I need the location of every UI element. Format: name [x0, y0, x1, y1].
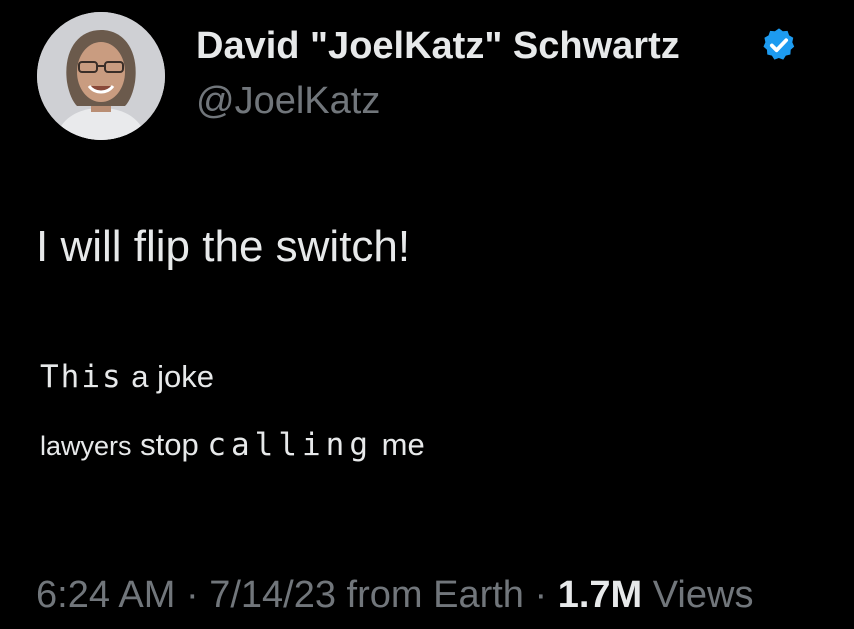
tweet-word-stop: stop	[131, 427, 208, 462]
verified-badge-icon[interactable]	[760, 26, 798, 64]
tweet-source: from Earth	[336, 574, 524, 616]
tweet-date[interactable]: 7/14/23	[209, 574, 336, 616]
tweet-word-lawyers: lawyers	[40, 431, 132, 461]
tweet-text-line-2: This a joke	[40, 357, 214, 397]
meta-separator: ·	[523, 574, 558, 616]
tweet-word-calling: calling	[207, 427, 374, 463]
author-avatar[interactable]	[37, 12, 165, 140]
tweet-word-a: a	[122, 359, 158, 394]
tweet-text-line-3: lawyers stop calling me	[40, 425, 425, 466]
tweet-word-joke: joke	[157, 359, 214, 394]
avatar-portrait-icon	[37, 12, 165, 140]
views-count[interactable]: 1.7M	[558, 574, 642, 616]
tweet-word-this: This	[40, 359, 123, 395]
tweet-text-line-1: I will flip the switch!	[36, 222, 411, 271]
tweet-time[interactable]: 6:24 AM	[36, 574, 175, 616]
meta-separator: ·	[175, 574, 210, 616]
author-display-name[interactable]: David "JoelKatz" Schwartz	[196, 24, 680, 68]
author-handle[interactable]: @JoelKatz	[196, 79, 380, 123]
tweet-word-me: me	[373, 427, 425, 462]
views-label[interactable]: Views	[642, 574, 754, 616]
tweet-metadata: 6:24 AM · 7/14/23 from Earth · 1.7M View…	[36, 571, 753, 619]
